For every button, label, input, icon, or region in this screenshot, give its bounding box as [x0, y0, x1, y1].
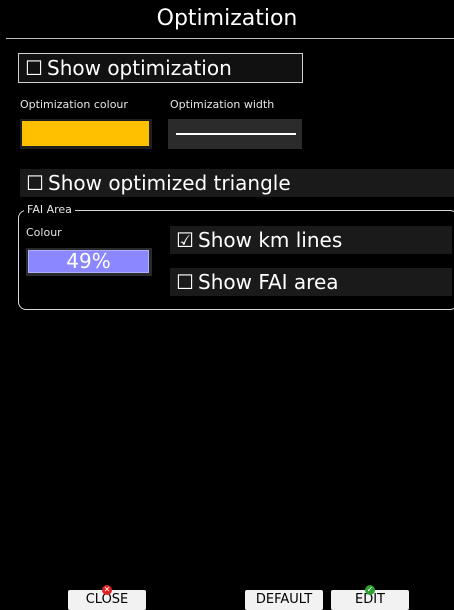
unchecked-box-icon: ☐	[176, 270, 194, 294]
show-fai-area-label: Show FAI area	[198, 270, 339, 294]
default-button[interactable]: DEFAULT	[245, 590, 323, 610]
unchecked-box-icon: ☐	[26, 171, 44, 195]
show-optimization-checkbox[interactable]: ☐ Show optimization	[18, 53, 303, 83]
optimization-width-selector[interactable]	[168, 119, 302, 149]
unchecked-box-icon: ☐	[25, 56, 43, 80]
fai-colour-label: Colour	[26, 226, 62, 239]
show-optimized-triangle-checkbox[interactable]: ☐ Show optimized triangle	[20, 169, 454, 197]
optimization-width-label: Optimization width	[170, 98, 275, 111]
show-optimized-triangle-label: Show optimized triangle	[48, 171, 291, 195]
optimization-colour-label: Optimization colour	[20, 98, 128, 111]
fai-colour-value: 49%	[28, 250, 149, 273]
fai-colour-picker[interactable]: 49%	[26, 248, 152, 276]
title-divider	[6, 38, 454, 39]
show-optimization-label: Show optimization	[47, 56, 232, 80]
show-km-lines-checkbox[interactable]: ☑ Show km lines	[170, 226, 452, 254]
show-km-lines-label: Show km lines	[198, 228, 343, 252]
checkmark-icon: ✓	[365, 585, 375, 595]
close-icon: ✕	[102, 585, 112, 595]
default-button-label: DEFAULT	[255, 592, 313, 607]
show-fai-area-checkbox[interactable]: ☐ Show FAI area	[170, 268, 452, 296]
line-width-preview	[176, 133, 296, 135]
optimization-colour-picker[interactable]	[20, 119, 152, 149]
close-button[interactable]: ✕ CLOSE	[68, 585, 146, 610]
checked-box-icon: ☑	[176, 228, 194, 252]
page-title: Optimization	[156, 6, 298, 31]
optimization-colour-swatch	[22, 121, 149, 146]
fai-area-legend: FAI Area	[24, 203, 75, 216]
edit-button[interactable]: ✓ EDIT	[331, 585, 409, 610]
